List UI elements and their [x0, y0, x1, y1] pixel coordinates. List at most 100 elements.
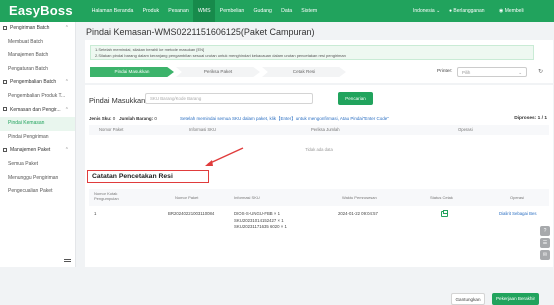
col-nomor-paket: Nomor Paket: [99, 127, 124, 132]
sidebar-collapse-icon[interactable]: [64, 259, 71, 262]
sidebar-item[interactable]: Pindai Kemasan: [0, 117, 75, 131]
app-logo[interactable]: EasyBoss: [9, 3, 73, 18]
scan-input[interactable]: SKU Barang/Kode Barang: [145, 93, 313, 104]
col-status-cetak: Status Cetak: [430, 195, 453, 200]
nav-item-sistem[interactable]: Sistem: [297, 0, 322, 22]
sidebar-item[interactable]: Pengecualian Paket: [0, 185, 75, 199]
instruction-notes: 1.Setelah memindai, silakan berahli ke m…: [90, 45, 534, 60]
col-nomor-kotak: Nomor Kotak Pengumpulan: [94, 191, 119, 202]
package-number: BR20240221003110084: [168, 211, 215, 216]
sidebar-item-label: Pindai Kemasan: [8, 120, 45, 127]
refresh-icon[interactable]: ↻: [538, 67, 543, 77]
sidebar-item[interactable]: Menunggu Pengiriman: [0, 172, 75, 186]
col-informasi-sku: Informasi SKU: [189, 127, 216, 132]
sidebar-item-label: Semua Paket: [8, 160, 39, 167]
sidebar: Pengiriman Batch ⌃ Membuat Batch Manajemen …: [0, 22, 76, 267]
language-selector[interactable]: Indonesia ⌄: [413, 0, 440, 22]
sidebar-item[interactable]: Membuat Batch: [0, 36, 75, 50]
sidebar-item-label: Membuat Batch: [8, 38, 44, 45]
chevron-up-icon: ⌃: [64, 79, 69, 86]
step-pindai-masukkan: Pindai Masukkan: [90, 67, 174, 77]
chat-icon[interactable]: ☰: [540, 238, 550, 248]
sidebar-item[interactable]: Pengembalian Produk T...: [0, 90, 75, 104]
search-button[interactable]: Pencarian: [338, 92, 373, 105]
sidebar-item-label: Pengecualian Paket: [8, 188, 53, 195]
nav-item-data[interactable]: Data: [277, 0, 297, 22]
sidebar-item[interactable]: Pindai Pengiriman: [0, 131, 75, 145]
print-history-card: Catatan Pencetakan Resi Nomor Kotak Peng…: [85, 165, 553, 305]
action-link[interactable]: Dialirit Sebagai Bes: [499, 211, 537, 216]
col-operasi: Operasi: [510, 195, 525, 200]
sidebar-item-label: Manajemen Batch: [8, 52, 49, 59]
menu-icon: [3, 25, 7, 30]
package-table-header: Nomor Paket Informasi SKU Periksa Jumlah…: [89, 125, 549, 135]
nav-item-produk[interactable]: Produk: [138, 0, 164, 22]
nav-item-gudang[interactable]: Gudang: [249, 0, 277, 22]
col-waktu-pemrosesan: Waktu Pemrosesan: [342, 195, 377, 200]
finish-work-button[interactable]: Pekerjaan Berakhir: [492, 293, 539, 305]
help-icon[interactable]: ?: [540, 226, 550, 236]
processing-time: 2024-01-22 09:04:57: [338, 211, 378, 216]
chevron-up-icon: ⌃: [64, 106, 69, 113]
processed-value: 1 / 1: [537, 116, 547, 121]
printer-label: Printer:: [437, 69, 453, 74]
empty-table-text: Tidak ada data: [305, 147, 333, 152]
step-periksa-paket: Periksa Paket: [176, 67, 260, 77]
processed-count: Diproses: 1 / 1: [514, 116, 547, 121]
chevron-up-icon: ⌃: [64, 25, 69, 31]
main-nav: Halaman Beranda Produk Pesanan WMS Pembe…: [87, 0, 322, 22]
scan-label: Pindai Masukkan: [89, 96, 146, 105]
floating-toolbar: ? ☰ ✉: [540, 226, 550, 262]
instruction-note-2: 2.Silakan pindai barang dalam keranjang …: [95, 53, 346, 58]
printer-icon[interactable]: [441, 209, 449, 217]
sidebar-item-label: Pengembalian Produk T...: [8, 92, 66, 99]
print-history-title: Catatan Pencetakan Resi: [87, 170, 209, 183]
nav-item-pesanan[interactable]: Pesanan: [164, 0, 194, 22]
nav-item-pembelian[interactable]: Pembelian: [215, 0, 249, 22]
feedback-icon[interactable]: ✉: [540, 250, 550, 260]
subscription-link[interactable]: ● Berlangganan: [449, 0, 485, 22]
nav-item-wms[interactable]: WMS: [193, 0, 216, 22]
col-periksa-jumlah: Periksa Jumlah: [311, 127, 340, 132]
language-label: Indonesia: [413, 8, 435, 14]
progress-steps: Pindai Masukkan Periksa Paket Cetak Resi: [90, 67, 348, 77]
menu-icon: [3, 148, 7, 153]
nav-item-halaman-beranda[interactable]: Halaman Beranda: [87, 0, 138, 22]
scan-stats: Jenis Sku: 0 Jumlah Barang: 0: [89, 116, 157, 121]
gantungkan-button[interactable]: Gantungkan: [451, 293, 485, 305]
jumlah-barang-label: Jumlah Barang:: [119, 116, 154, 121]
sidebar-item[interactable]: Semua Paket: [0, 158, 75, 172]
member-icon: ◉: [499, 8, 504, 14]
printer-select-placeholder: Pilih: [462, 70, 471, 75]
sidebar-group[interactable]: Pengiriman Batch ⌃: [0, 22, 75, 36]
sidebar-item-label: Pindai Pengiriman: [8, 133, 49, 140]
jenis-sku-label: Jenis Sku:: [89, 116, 112, 121]
col-operasi: Operasi: [458, 127, 473, 132]
sidebar-item-label: Manajemen Paket: [10, 147, 51, 154]
member-link[interactable]: ◉ Membeli: [499, 0, 524, 22]
page-title: Pindai Kemasan-WMS0221151606125(Paket Ca…: [86, 27, 315, 37]
sidebar-item[interactable]: Pengaturan Batch: [0, 63, 75, 77]
sidebar-item-label: Pengembalian Batch: [10, 79, 57, 86]
subscription-icon: ●: [449, 8, 453, 14]
jumlah-barang-value: 0: [154, 116, 157, 121]
sidebar-group[interactable]: Pengembalian Batch ⌃: [0, 76, 75, 90]
menu-icon: [3, 80, 7, 85]
col-informasi-sku: Informasi SKU: [234, 195, 260, 200]
sku-line: SKU20231171635 6020 × 1: [234, 224, 287, 230]
sidebar-item-label: Pengaturan Batch: [8, 65, 49, 72]
printer-select[interactable]: Pilih ⌄: [457, 67, 527, 77]
subscription-label: Berlangganan: [453, 8, 485, 14]
table-row: 1 BR20240221003110084 DIOS-S-UNGU-FBB × …: [89, 209, 549, 249]
sidebar-group[interactable]: Manajemen Paket ⌃: [0, 144, 75, 158]
sidebar-item-label: Kemasan dan Pengir...: [10, 106, 61, 113]
box-number: 1: [94, 211, 97, 216]
sidebar-item[interactable]: Manajemen Batch: [0, 49, 75, 63]
chevron-down-icon: ⌄: [436, 8, 441, 14]
sidebar-group[interactable]: Kemasan dan Pengir... ⌃: [0, 104, 75, 118]
history-table-header: Nomor Kotak Pengumpulan Nomor Paket Info…: [89, 189, 549, 206]
scan-hint: Setelah memindai semua SKU dalam paket, …: [180, 116, 389, 121]
step-cetak-resi: Cetak Resi: [262, 67, 346, 77]
chevron-down-icon: ⌄: [518, 70, 522, 75]
processed-label: Diproses:: [514, 116, 537, 121]
